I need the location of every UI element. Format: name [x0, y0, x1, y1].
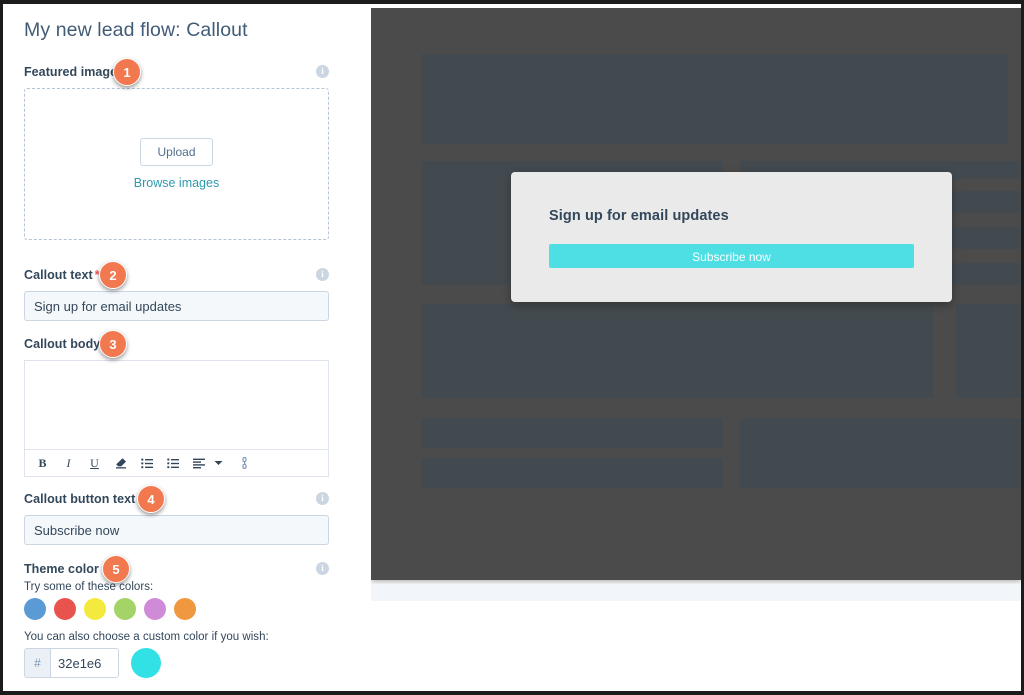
custom-color-preview-swatch[interactable]	[131, 648, 161, 678]
step-badge-5: 5	[102, 555, 130, 583]
preset-color-swatches	[24, 598, 329, 620]
italic-icon[interactable]: I	[62, 456, 75, 470]
color-swatch-orange[interactable]	[174, 598, 196, 620]
info-icon[interactable]: i	[316, 268, 329, 281]
info-icon[interactable]: i	[316, 65, 329, 78]
browse-images-link[interactable]: Browse images	[134, 176, 219, 190]
step-badge-3: 3	[99, 330, 127, 358]
chevron-down-icon[interactable]	[212, 456, 225, 470]
info-icon[interactable]: i	[316, 492, 329, 505]
bulleted-list-icon[interactable]	[140, 456, 153, 470]
theme-color-label-row: Theme color 5 i	[24, 555, 329, 583]
featured-image-label-row: Featured image 1 i	[24, 58, 329, 86]
theme-color-field: Theme color 5 i Try some of these colors…	[24, 555, 329, 678]
skeleton-block	[421, 304, 933, 398]
rich-text-toolbar: B I U	[25, 449, 328, 476]
skeleton-block	[740, 418, 1021, 488]
featured-image-dropzone[interactable]: Upload Browse images	[24, 88, 329, 240]
bold-icon[interactable]: B	[36, 456, 49, 470]
featured-image-label: Featured image	[24, 65, 118, 79]
upload-button[interactable]: Upload	[140, 138, 213, 166]
lead-flow-preview-panel: Sign up for email updates Subscribe now	[371, 8, 1021, 601]
app-window: My new lead flow: Callout Featured image…	[0, 0, 1024, 695]
skeleton-block	[956, 304, 1021, 398]
callout-button-text-input[interactable]	[24, 515, 329, 545]
underline-icon[interactable]: U	[88, 456, 101, 470]
callout-body-label-row: Callout body 3	[24, 330, 329, 358]
preset-colors-hint: Try some of these colors:	[24, 581, 154, 593]
preview-page-mockup: Sign up for email updates Subscribe now	[371, 8, 1021, 580]
skeleton-block	[421, 458, 723, 488]
preview-footer-band	[371, 584, 1021, 601]
custom-color-hint: You can also choose a custom color if yo…	[24, 631, 269, 643]
callout-preview-subscribe-button[interactable]: Subscribe now	[549, 244, 914, 268]
callout-text-input[interactable]	[24, 291, 329, 321]
featured-image-field: Featured image 1 i Upload Browse images	[24, 58, 329, 240]
step-badge-2: 2	[99, 261, 127, 289]
hex-input-group: #	[24, 648, 119, 678]
callout-button-text-label: Callout button text	[24, 492, 136, 506]
color-swatch-yellow[interactable]	[84, 598, 106, 620]
skeleton-block	[421, 418, 723, 448]
callout-button-text-label-row: Callout button text* 4 i	[24, 485, 329, 513]
custom-color-row: #	[24, 648, 329, 678]
lead-flow-editor-panel: My new lead flow: Callout Featured image…	[3, 4, 371, 691]
callout-button-text-field: Callout button text* 4 i	[24, 485, 329, 545]
numbered-list-icon[interactable]	[166, 456, 179, 470]
callout-preview-modal: Sign up for email updates Subscribe now	[511, 172, 952, 302]
color-swatch-purple[interactable]	[144, 598, 166, 620]
color-swatch-red[interactable]	[54, 598, 76, 620]
align-left-icon[interactable]	[192, 456, 205, 470]
callout-text-field: Callout text * 2 i	[24, 261, 329, 321]
skeleton-block	[421, 54, 1008, 144]
callout-body-rich-text-editor: B I U	[24, 360, 329, 477]
link-icon[interactable]	[238, 456, 251, 470]
callout-body-label: Callout body	[24, 337, 101, 351]
page-title: My new lead flow: Callout	[24, 19, 248, 41]
callout-preview-heading: Sign up for email updates	[549, 208, 729, 224]
hash-prefix-label: #	[25, 649, 51, 677]
color-swatch-blue[interactable]	[24, 598, 46, 620]
color-swatch-green[interactable]	[114, 598, 136, 620]
step-badge-4: 4	[137, 485, 165, 513]
callout-text-label: Callout text	[24, 268, 93, 282]
callout-body-textarea[interactable]	[25, 361, 328, 449]
step-badge-1: 1	[113, 58, 141, 86]
theme-color-label: Theme color	[24, 562, 99, 576]
clear-formatting-icon[interactable]	[114, 456, 127, 470]
custom-hex-input[interactable]	[51, 649, 118, 677]
info-icon[interactable]: i	[316, 562, 329, 575]
callout-text-label-row: Callout text * 2 i	[24, 261, 329, 289]
callout-body-field: Callout body 3 B I U	[24, 330, 329, 477]
